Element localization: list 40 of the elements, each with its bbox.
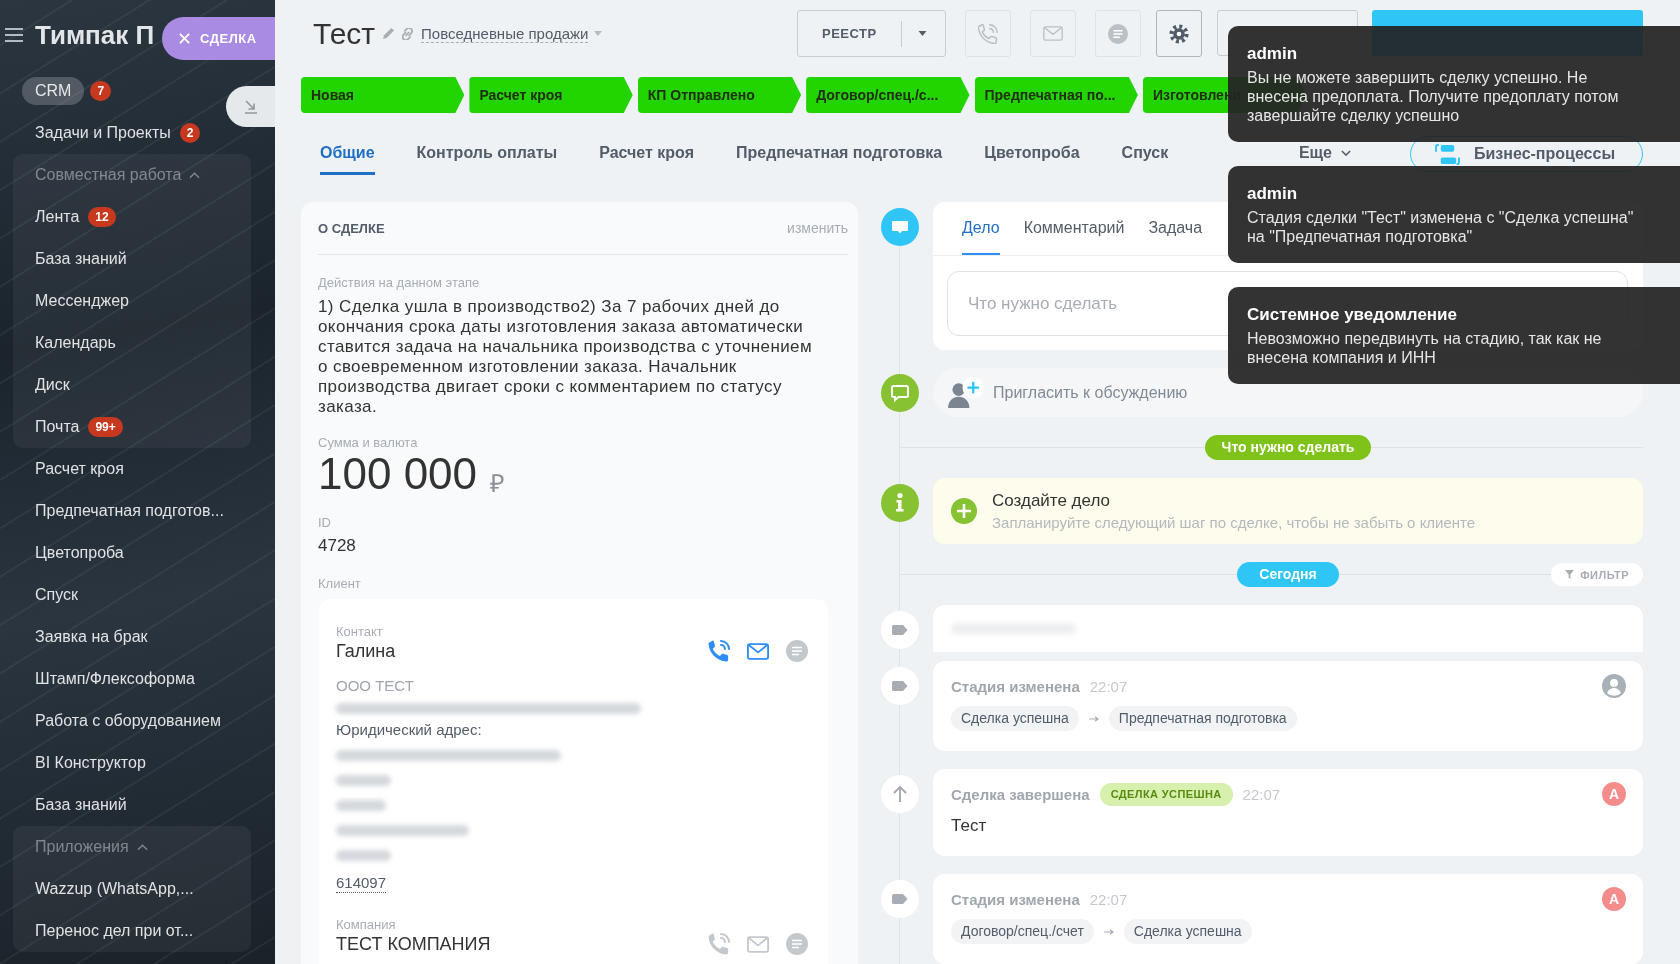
portal-title: Тимпак П [35,19,155,51]
counter-badge: 99+ [88,417,123,437]
event-time: 22:07 [1089,677,1128,695]
deal-title: Тест [313,16,376,51]
event-title: Стадия изменена [951,890,1080,908]
event-title: Стадия изменена [951,677,1080,695]
stage-chip: Предпечатная подготовка [1108,706,1297,731]
field-label: Действия на данном этапе [318,275,481,291]
stage-actions-text: 1) Сделка ушла в производство2) За 7 рабочих дней до окончания срока даты изготовления заказа автоматически ставится задача на начальника производства с уточнением о своевременном изготовлении заказа. Начальник производства двигает сроки с комментарием по статусу заказа. [318,297,814,417]
notification-text: Вы не можете завершить сделку успешно. Не внесена предоплата. Получите предоплату потом завершайте сделку успешно [1247,68,1620,125]
status-badge: СДЕЛКА УСПЕШНА [1099,782,1233,806]
notification-text: Стадия сделки "Тест" изменена с "Сделка успешна" на "Предпечатная подготовка" [1247,208,1635,246]
event-text: Тест [951,816,988,836]
stage-chip: Договор/спец./счет [951,919,1094,944]
stage-chip: Сделка успешна [1123,919,1252,944]
counter-badge: 2 [179,123,201,143]
counter-badge: 12 [88,207,116,227]
notification-title: Системное уведомление [1247,305,1458,325]
counter-badge: 7 [90,81,112,101]
event-time: 22:07 [1242,785,1281,803]
stage-chip: Сделка успешна [951,706,1079,731]
field-label: Юридический адрес: [336,721,483,739]
field-label: Компания [336,917,397,933]
field-label: Клиент [318,576,362,592]
create-activity-hint: Запланируйте следующий шаг по сделке, чтобы не забыть о клиенте [992,513,1476,532]
section-title: О СДЕЛКЕ [318,220,385,236]
field-label: Сумма и валюта [318,435,419,451]
deal-amount: 100 000 [318,451,478,497]
field-label: ID [318,515,332,531]
event-time: 22:07 [1089,890,1128,908]
planned-section-label: Что нужно сделать [1204,435,1372,460]
currency-sign: ₽ [490,468,506,499]
field-label: Контакт [336,624,384,640]
deal-id: 4728 [318,535,357,557]
notification-title: admin [1247,44,1299,64]
contact-company: ООО ТЕСТ [336,677,415,695]
notification-title: admin [1247,184,1299,204]
notification-text: Невозможно передвинуть на стадию, так как не внесена компания и ИНН [1247,329,1603,367]
today-label: Сегодня [1237,562,1339,587]
event-title: Сделка завершена [951,785,1090,803]
